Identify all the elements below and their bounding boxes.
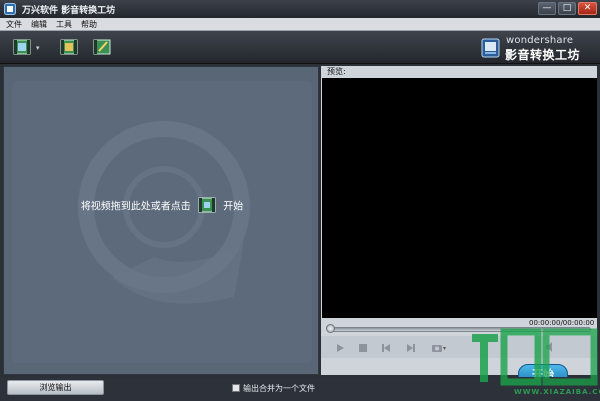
- brand-name-en: wondershare: [506, 35, 574, 46]
- drop-hint-start[interactable]: 开始: [223, 202, 243, 213]
- minimize-button[interactable]: —: [538, 2, 556, 15]
- bottom-bar: 浏览输出 输出合并为一个文件: [0, 377, 600, 401]
- preview-panel: 预览: 00:00:00/00:00:00 开始: [321, 66, 597, 386]
- title-bar: 万兴软件 影音转换工坊 — □ ✕: [0, 0, 600, 18]
- add-video-dropdown-icon[interactable]: ▾: [36, 44, 40, 52]
- volume-icon[interactable]: [545, 342, 555, 352]
- previous-icon[interactable]: [380, 343, 392, 353]
- preview-label: 预览:: [327, 67, 346, 76]
- video-settings-icon[interactable]: [92, 37, 112, 57]
- brand-logo: wondershare 影音转换工坊: [481, 35, 596, 62]
- playback-controls: [321, 336, 597, 358]
- window-title: 万兴软件 影音转换工坊: [22, 6, 116, 16]
- add-file-icon[interactable]: [198, 197, 216, 213]
- video-edit-icon[interactable]: [59, 37, 79, 57]
- snapshot-icon[interactable]: [431, 343, 447, 353]
- next-icon[interactable]: [405, 343, 417, 353]
- drop-hint-text: 将视频拖到此处或者点击: [80, 201, 191, 213]
- seek-bar[interactable]: [327, 327, 591, 332]
- brand-logo-icon: [481, 38, 500, 58]
- playback-time: 00:00:00/00:00:00: [529, 319, 595, 327]
- maximize-button[interactable]: □: [558, 2, 576, 15]
- menu-help[interactable]: 帮助: [81, 19, 97, 30]
- browse-output-button[interactable]: 浏览输出: [7, 380, 104, 395]
- toolbar: ▾ wondershare 影音转换工坊: [0, 31, 600, 64]
- drop-hint: 将视频拖到此处或者点击 开始: [4, 197, 318, 213]
- add-video-icon[interactable]: [12, 37, 32, 57]
- merge-output-label: 输出合并为一个文件: [243, 384, 315, 393]
- menu-bar: 文件 编辑 工具 帮助: [0, 18, 600, 31]
- app-icon: [4, 3, 16, 15]
- play-icon[interactable]: [334, 343, 346, 353]
- stop-icon[interactable]: [357, 343, 369, 353]
- film-reel-watermark: [4, 67, 318, 374]
- brand-name-cn: 影音转换工坊: [505, 48, 581, 62]
- seek-knob[interactable]: [326, 324, 335, 333]
- menu-edit[interactable]: 编辑: [31, 19, 47, 30]
- file-drop-area[interactable]: 将视频拖到此处或者点击 开始: [3, 66, 319, 375]
- menu-file[interactable]: 文件: [6, 19, 22, 30]
- close-button[interactable]: ✕: [578, 2, 597, 15]
- video-preview: [322, 78, 597, 318]
- merge-output-checkbox[interactable]: [232, 384, 240, 392]
- menu-tools[interactable]: 工具: [56, 19, 72, 30]
